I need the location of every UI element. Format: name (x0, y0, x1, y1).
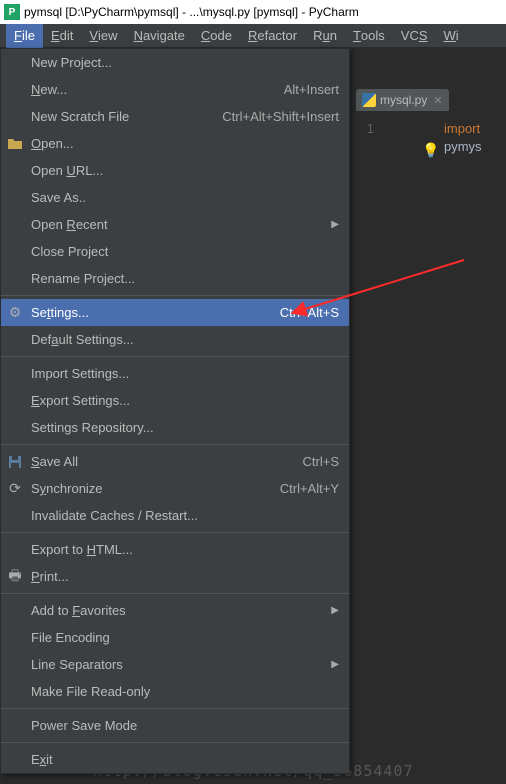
menu-run[interactable]: Run (305, 24, 345, 48)
menu-bar: FileEditViewNavigateCodeRefactorRunTools… (0, 24, 506, 48)
menu-navigate[interactable]: Navigate (126, 24, 193, 48)
menu-edit[interactable]: Edit (43, 24, 81, 48)
gutter-line-number: 1 (350, 120, 380, 138)
save-icon (7, 454, 23, 470)
menu-item-label: Settings... (31, 305, 89, 320)
menu-separator (1, 593, 349, 594)
menu-item-settings-repository[interactable]: Settings Repository... (1, 414, 349, 441)
menu-item-open[interactable]: Open... (1, 130, 349, 157)
gear-icon: ⚙ (7, 305, 23, 321)
menu-item-import-settings[interactable]: Import Settings... (1, 360, 349, 387)
app-icon: P (4, 4, 20, 20)
file-menu-dropdown: New Project... New... Alt+Insert New Scratc… (0, 48, 350, 774)
menu-separator (1, 532, 349, 533)
title-bar: P pymsql [D:\PyCharm\pymsql] - ...\mysql… (0, 0, 506, 24)
menu-wi[interactable]: Wi (436, 24, 467, 48)
menu-item-make-file-read-only[interactable]: Make File Read-only (1, 678, 349, 705)
menu-item-export-to-html[interactable]: Export to HTML... (1, 536, 349, 563)
menu-item-exit[interactable]: Exit (1, 746, 349, 773)
menu-item-label: Line Separators (31, 657, 123, 672)
menu-item-open-url[interactable]: Open URL... (1, 157, 349, 184)
menu-item-new-scratch-file[interactable]: New Scratch File Ctrl+Alt+Shift+Insert (1, 103, 349, 130)
menu-item-label: Add to Favorites (31, 603, 126, 618)
menu-item-label: Save All (31, 454, 78, 469)
menu-item-rename-project[interactable]: Rename Project... (1, 265, 349, 292)
menu-item-label: Exit (31, 752, 53, 767)
menu-item-save-all[interactable]: Save All Ctrl+S (1, 448, 349, 475)
menu-item-label: Open URL... (31, 163, 103, 178)
submenu-arrow-icon: ▶ (331, 605, 339, 616)
menu-item-file-encoding[interactable]: File Encoding (1, 624, 349, 651)
menu-item-label: Default Settings... (31, 332, 134, 347)
menu-code[interactable]: Code (193, 24, 240, 48)
editor-area: mysql.py ✕ 1 import pymys 💡 (350, 48, 506, 784)
editor-content[interactable]: 1 import pymys 💡 (350, 114, 506, 784)
menu-item-print[interactable]: 🖶 Print... (1, 563, 349, 590)
menu-item-label: New... (31, 82, 67, 97)
menu-item-settings[interactable]: ⚙ Settings... Ctrl+Alt+S (1, 299, 349, 326)
menu-separator (1, 295, 349, 296)
menu-separator (1, 708, 349, 709)
menu-item-label: New Project... (31, 55, 112, 70)
menu-refactor[interactable]: Refactor (240, 24, 305, 48)
menu-item-label: Import Settings... (31, 366, 129, 381)
submenu-arrow-icon: ▶ (331, 659, 339, 670)
menu-item-label: Export Settings... (31, 393, 130, 408)
menu-item-close-project[interactable]: Close Project (1, 238, 349, 265)
submenu-arrow-icon: ▶ (331, 219, 339, 230)
menu-item-label: Close Project (31, 244, 108, 259)
menu-item-label: Settings Repository... (31, 420, 154, 435)
folder-icon (7, 136, 23, 152)
code-text: pymys (444, 139, 482, 154)
code-line: import pymys (444, 120, 500, 156)
menu-item-label: File Encoding (31, 630, 110, 645)
menu-vcs[interactable]: VCS (393, 24, 436, 48)
menu-item-power-save-mode[interactable]: Power Save Mode (1, 712, 349, 739)
menu-tools[interactable]: Tools (345, 24, 393, 48)
menu-item-label: Print... (31, 569, 69, 584)
window-title: pymsql [D:\PyCharm\pymsql] - ...\mysql.p… (24, 5, 359, 19)
menu-item-label: Invalidate Caches / Restart... (31, 508, 198, 523)
menu-item-label: Open Recent (31, 217, 108, 232)
menu-item-label: Make File Read-only (31, 684, 150, 699)
close-icon[interactable]: ✕ (433, 94, 442, 107)
menu-item-new-project[interactable]: New Project... (1, 49, 349, 76)
menu-shortcut: Ctrl+Alt+Shift+Insert (222, 109, 339, 124)
menu-item-label: Synchronize (31, 481, 103, 496)
menu-shortcut: Ctrl+S (303, 454, 339, 469)
print-icon: 🖶 (7, 569, 23, 585)
intention-bulb-icon[interactable]: 💡 (422, 142, 439, 159)
sync-icon: ⟳ (7, 481, 23, 497)
keyword: import (444, 121, 480, 136)
menu-item-label: Rename Project... (31, 271, 135, 286)
python-file-icon (362, 93, 376, 107)
menu-item-label: Save As.. (31, 190, 86, 205)
menu-item-save-as[interactable]: Save As.. (1, 184, 349, 211)
menu-item-line-separators[interactable]: Line Separators ▶ (1, 651, 349, 678)
menu-view[interactable]: View (81, 24, 125, 48)
menu-item-label: Export to HTML... (31, 542, 133, 557)
menu-separator (1, 356, 349, 357)
menu-separator (1, 742, 349, 743)
editor-tab-mysql[interactable]: mysql.py ✕ (356, 89, 449, 111)
menu-item-label: Power Save Mode (31, 718, 137, 733)
editor-tab-label: mysql.py (380, 93, 427, 107)
menu-item-new[interactable]: New... Alt+Insert (1, 76, 349, 103)
menu-item-export-settings[interactable]: Export Settings... (1, 387, 349, 414)
menu-shortcut: Ctrl+Alt+Y (280, 481, 339, 496)
menu-shortcut: Ctrl+Alt+S (280, 305, 339, 320)
menu-item-label: Open... (31, 136, 74, 151)
menu-separator (1, 444, 349, 445)
editor-tabs: mysql.py ✕ (350, 88, 449, 112)
menu-item-invalidate-caches-restart[interactable]: Invalidate Caches / Restart... (1, 502, 349, 529)
menu-item-default-settings[interactable]: Default Settings... (1, 326, 349, 353)
menu-item-open-recent[interactable]: Open Recent ▶ (1, 211, 349, 238)
menu-shortcut: Alt+Insert (284, 82, 339, 97)
menu-item-add-to-favorites[interactable]: Add to Favorites ▶ (1, 597, 349, 624)
menu-file[interactable]: File (6, 24, 43, 48)
menu-item-label: New Scratch File (31, 109, 129, 124)
menu-item-synchronize[interactable]: ⟳ Synchronize Ctrl+Alt+Y (1, 475, 349, 502)
